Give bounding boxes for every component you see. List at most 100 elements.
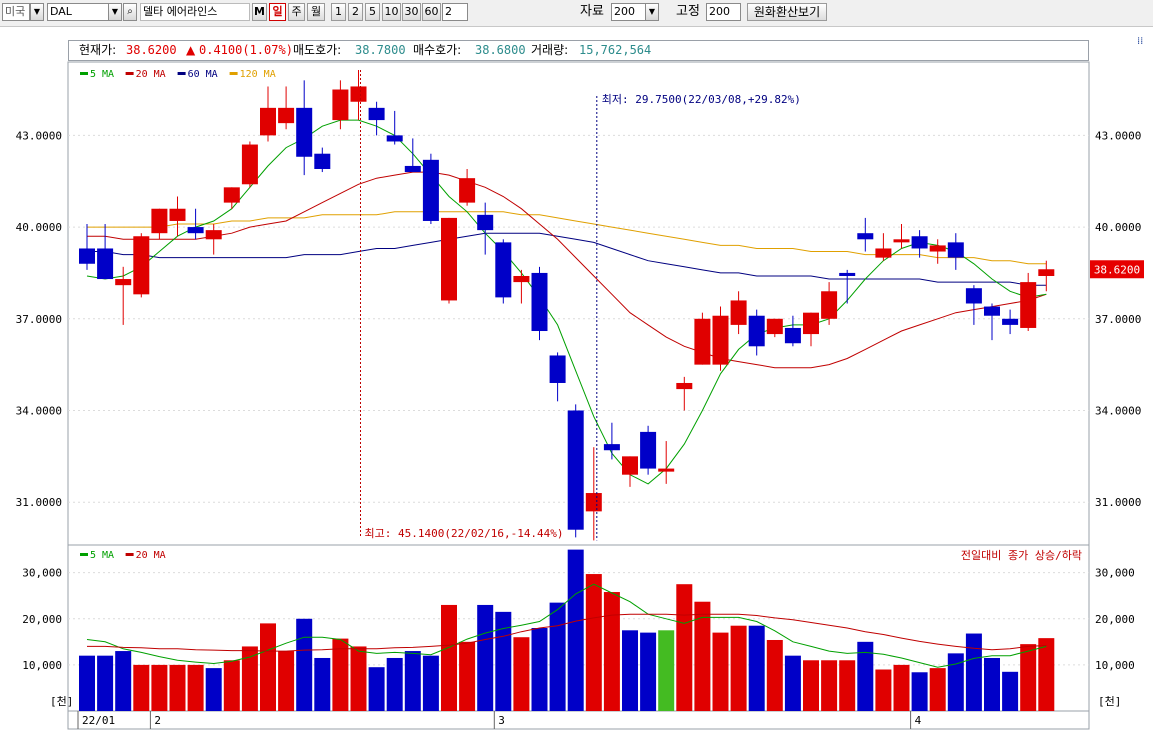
volume-bar[interactable] xyxy=(712,632,729,711)
candle-body[interactable] xyxy=(404,165,421,173)
candle-body[interactable] xyxy=(151,208,168,234)
volume-bar[interactable] xyxy=(495,611,512,711)
candle-body[interactable] xyxy=(803,312,819,335)
candle-body[interactable] xyxy=(622,456,638,475)
candle-body[interactable] xyxy=(386,135,403,142)
volume-bar[interactable] xyxy=(821,660,838,711)
candle-body[interactable] xyxy=(296,107,313,157)
candle-body[interactable] xyxy=(567,410,584,530)
candle-body[interactable] xyxy=(640,431,657,469)
volume-bar[interactable] xyxy=(115,651,132,711)
volume-bar[interactable] xyxy=(260,623,276,711)
volume-bar[interactable] xyxy=(513,637,530,711)
volume-bar[interactable] xyxy=(603,592,620,711)
candle-body[interactable] xyxy=(223,187,240,203)
candle-body[interactable] xyxy=(79,248,95,264)
volume-bar[interactable] xyxy=(893,664,910,711)
volume-bar[interactable] xyxy=(567,549,584,711)
candle-body[interactable] xyxy=(766,318,783,335)
volume-bar[interactable] xyxy=(1002,671,1019,711)
candle-body[interactable] xyxy=(694,318,711,365)
volume-bar[interactable] xyxy=(784,655,801,711)
candle-body[interactable] xyxy=(350,86,367,102)
volume-bar[interactable] xyxy=(278,651,295,711)
volume-bar[interactable] xyxy=(911,672,928,711)
candle-body[interactable] xyxy=(676,382,693,390)
volume-bar[interactable] xyxy=(187,664,204,711)
volume-bar[interactable] xyxy=(965,633,982,711)
candle-body[interactable] xyxy=(314,153,331,169)
candle-body[interactable] xyxy=(839,272,856,276)
volume-bar[interactable] xyxy=(97,655,114,711)
candle-body[interactable] xyxy=(459,178,476,203)
volume-bar[interactable] xyxy=(350,646,367,711)
candle-body[interactable] xyxy=(441,217,457,301)
volume-bar[interactable] xyxy=(459,641,476,711)
candle-body[interactable] xyxy=(205,230,222,240)
volume-bar[interactable] xyxy=(694,601,711,711)
candle-body[interactable] xyxy=(549,355,566,383)
candle-body[interactable] xyxy=(477,214,494,231)
volume-bar[interactable] xyxy=(404,651,421,711)
volume-bar[interactable] xyxy=(79,655,95,711)
candle-body[interactable] xyxy=(821,291,838,319)
candle-body[interactable] xyxy=(495,242,512,298)
volume-bar[interactable] xyxy=(549,602,566,711)
candle-body[interactable] xyxy=(531,272,548,332)
candle-body[interactable] xyxy=(784,327,801,344)
candle-body[interactable] xyxy=(965,288,982,304)
volume-bar[interactable] xyxy=(1020,644,1037,711)
candle-body[interactable] xyxy=(115,279,132,286)
volume-bar[interactable] xyxy=(477,604,494,711)
candle-body[interactable] xyxy=(1038,269,1055,276)
candle-body[interactable] xyxy=(730,300,747,325)
volume-bar[interactable] xyxy=(368,667,385,711)
candle-body[interactable] xyxy=(332,89,349,121)
volume-bar[interactable] xyxy=(622,630,638,711)
volume-bar[interactable] xyxy=(531,628,548,711)
volume-bar[interactable] xyxy=(241,646,258,711)
candle-body[interactable] xyxy=(169,208,186,221)
candle-body[interactable] xyxy=(748,315,765,347)
candle-body[interactable] xyxy=(947,242,964,258)
volume-bar[interactable] xyxy=(658,630,675,711)
candle-body[interactable] xyxy=(712,315,729,365)
candle-body[interactable] xyxy=(1002,318,1019,325)
volume-bar[interactable] xyxy=(839,660,856,711)
candle-body[interactable] xyxy=(875,248,892,258)
candle-body[interactable] xyxy=(133,236,150,295)
volume-bar[interactable] xyxy=(875,669,892,712)
volume-bar[interactable] xyxy=(585,574,602,711)
candle-body[interactable] xyxy=(97,248,114,280)
volume-bar[interactable] xyxy=(314,657,331,711)
volume-bar[interactable] xyxy=(296,618,313,711)
candle-body[interactable] xyxy=(513,275,530,283)
candle-body[interactable] xyxy=(260,107,276,136)
candle-body[interactable] xyxy=(857,233,874,240)
candle-body[interactable] xyxy=(422,159,439,221)
price-volume-chart[interactable]: 최고: 45.1400(22/02/16,-14.44%) 최저: 29.7500… xyxy=(0,0,1153,732)
volume-bar[interactable] xyxy=(169,664,186,711)
candle-body[interactable] xyxy=(187,227,204,234)
volume-bar[interactable] xyxy=(730,625,747,711)
volume-bar[interactable] xyxy=(441,604,457,711)
volume-bar[interactable] xyxy=(803,660,819,711)
candle-body[interactable] xyxy=(658,468,675,472)
candle-body[interactable] xyxy=(1020,282,1037,328)
volume-bar[interactable] xyxy=(205,668,222,711)
candle-body[interactable] xyxy=(278,107,295,124)
volume-bar[interactable] xyxy=(1038,638,1055,711)
volume-bar[interactable] xyxy=(223,660,240,711)
candle-body[interactable] xyxy=(241,144,258,185)
candle-body[interactable] xyxy=(929,245,946,252)
candle-body[interactable] xyxy=(911,236,928,249)
volume-bar[interactable] xyxy=(984,657,1000,711)
candle-body[interactable] xyxy=(893,239,910,243)
candle-body[interactable] xyxy=(984,306,1000,316)
volume-bar[interactable] xyxy=(151,664,168,711)
volume-bar[interactable] xyxy=(386,657,403,711)
volume-bar[interactable] xyxy=(133,664,150,711)
candle-body[interactable] xyxy=(585,493,602,512)
volume-bar[interactable] xyxy=(929,668,946,711)
volume-bar[interactable] xyxy=(766,639,783,711)
